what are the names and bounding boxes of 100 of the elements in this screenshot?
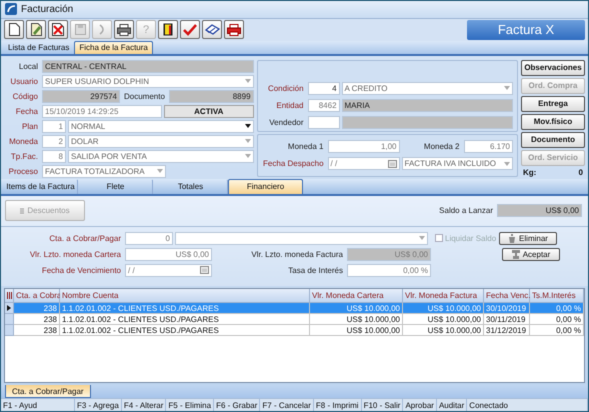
plan-dropdown[interactable]: NORMAL [68,120,254,133]
table-cell: 0,00 % [530,303,584,314]
new-document-icon [8,23,20,36]
toolbar-button[interactable] [224,20,244,40]
date-field[interactable]: / / [125,264,212,277]
field-label: Fecha [14,106,39,116]
code-field[interactable] [308,116,340,129]
rate-field[interactable]: 6.170 [464,140,513,154]
weight-label: Kg: [523,168,536,177]
local-field[interactable]: CENTRAL - CENTRAL [42,60,254,73]
table-cell: 238 [14,303,60,314]
toolbar-button[interactable] [4,20,24,40]
entity-name-field: MARIA [342,98,513,112]
field-label: Vlr. Lzto. moneda Cartera [28,250,122,259]
field-label: Tasa de Interés [287,266,344,275]
window-title: Facturación [21,4,74,15]
field-label: Fecha de Vencimiento [40,266,122,275]
status-field: ACTIVA [164,104,254,118]
code-field[interactable]: 1 [42,120,66,133]
date-field[interactable]: / / [328,157,400,170]
toolbar-button[interactable] [202,20,222,40]
dropdown-arrow-icon [504,162,510,166]
table-cell: 31/12/2019 [484,325,530,336]
amount-field[interactable]: US$ 0,00 [125,248,212,261]
status-item: Auditar [436,399,468,411]
checkmark-icon [183,24,197,36]
field-label: Cta. a Cobrar/Pagar [48,234,122,243]
field-label: Moneda [8,136,39,146]
dropdown-arrow-icon [244,79,251,84]
field-label: Plan [20,122,39,131]
tab[interactable]: Cta. a Cobrar/Pagar [5,385,91,398]
column-header[interactable]: Vlr. Moneda Cartera [310,289,403,303]
tab[interactable]: Items de la Factura [3,178,78,194]
document-type-banner: Factura X [467,20,585,40]
tab[interactable]: Financiero [228,178,303,194]
field-label: Condición [266,84,305,93]
delete-button[interactable]: Eliminar [499,232,557,245]
field-label: Tp.Fac. [10,152,39,161]
dropdown-arrow-icon [157,169,163,174]
toolbar-button[interactable] [114,20,134,40]
save-icon [74,24,86,36]
table-cell: 0,00 % [530,314,584,325]
row-indicator[interactable] [5,303,14,314]
column-header[interactable]: Nombre Cuenta [60,289,310,303]
table-cell: US$ 10.000,00 [403,314,484,325]
field-label: Moneda 1 [286,142,325,152]
status-item: F3 - Agrega [75,399,122,411]
tab[interactable]: Ficha de la Factura [74,40,153,54]
rate-field[interactable]: 0,00 % [347,264,431,277]
eraser-icon [204,24,220,36]
field-label: Proceso [8,166,39,176]
date-field[interactable]: 15/10/2019 14:29:25 [42,104,162,118]
list-icon [20,208,24,214]
side-button[interactable]: Entrega [521,96,585,112]
field-label: Fecha Despacho [262,159,325,168]
dropdown-arrow-icon [244,154,251,158]
tab[interactable]: Flete [78,178,153,194]
toolbar-button[interactable] [26,20,46,40]
status-item: F5 - Elimina [166,399,214,411]
dropdown-arrow-icon [419,236,425,240]
amount-field: US$ 0,00 [347,248,431,261]
table-cell: US$ 10.000,00 [310,325,403,336]
balance-field: US$ 0,00 [497,204,582,218]
status-item: F8 - Imprimi [314,399,362,411]
toolbar-button[interactable] [48,20,68,40]
column-header[interactable]: Vlr. Moneda Factura [403,289,484,303]
delete-icon [52,23,64,36]
code-field[interactable]: 297574 [42,90,120,103]
document-field[interactable]: 8899 [168,90,254,103]
accept-button[interactable]: Aceptar [502,248,560,261]
toolbar-button[interactable] [158,20,178,40]
status-item: F4 - Alterar [122,399,166,411]
table-cell: US$ 10.000,00 [310,314,403,325]
column-header[interactable]: Fecha Venc. [484,289,530,303]
rate-field[interactable]: 1,00 [328,140,400,154]
stamp-icon [512,250,520,259]
side-button[interactable]: Observaciones [521,60,585,76]
field-label: Usuario [9,76,39,86]
field-label: Moneda 2 [422,142,461,152]
table-cell: 30/11/2019 [484,314,530,325]
table-cell: US$ 10.000,00 [310,303,403,314]
field-label: Documento [123,92,166,101]
table-cell: 1.1.02.01.002 - CLIENTES USD./PAGARES [60,325,310,336]
column-menu-icon[interactable] [6,292,12,299]
column-header[interactable]: Ts.M.Interés [530,289,584,303]
table-cell: 1.1.02.01.002 - CLIENTES USD./PAGARES [60,303,310,314]
door-icon [163,23,173,36]
app-icon [5,3,17,16]
table-cell: 238 [14,314,60,325]
side-button[interactable]: Mov.físico [521,114,585,130]
code-field[interactable]: 8462 [308,98,340,112]
calendar-icon [388,160,397,168]
tab[interactable]: Lista de Facturas [3,40,74,54]
side-button[interactable]: Documento [521,132,585,148]
field-label: Vlr. Lzto. moneda Factura [250,250,344,259]
field-label: Código [12,92,39,101]
field-label: Entidad [275,100,305,110]
dropdown-arrow-icon [244,139,251,144]
status-item: F10 - Salir [362,399,404,411]
bin-icon [508,234,516,243]
